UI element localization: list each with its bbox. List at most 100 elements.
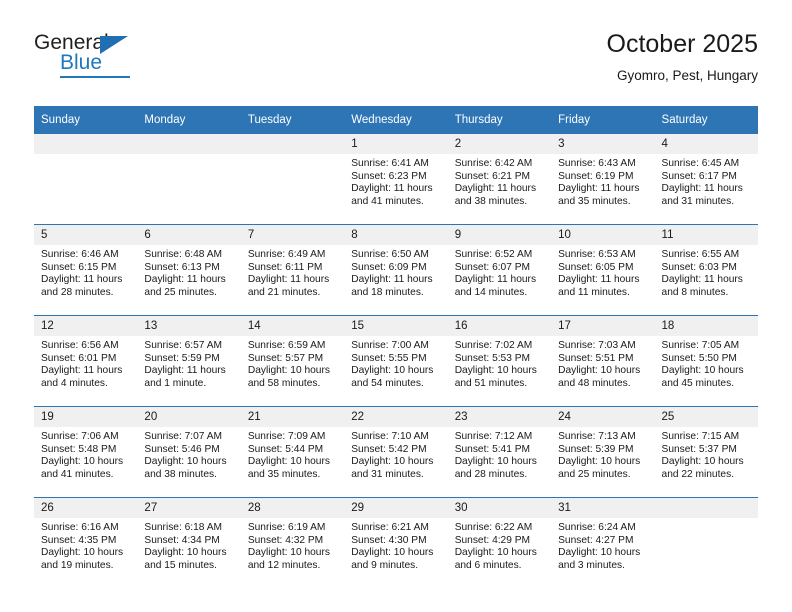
day-number: 12 [34,316,138,336]
daylight-text: and 48 minutes. [558,377,631,389]
day-number: 29 [344,498,448,518]
day-details: Sunrise: 6:55 AM Sunset: 6:03 PM Daylight:… [655,245,758,299]
daylight-text: and 54 minutes. [351,377,424,389]
sunset-text: Sunset: 4:27 PM [558,534,634,546]
day-details: Sunrise: 7:13 AM Sunset: 5:39 PM Daylight:… [551,427,654,481]
calendar-day-cell[interactable]: 25 Sunrise: 7:15 AM Sunset: 5:37 PM Dayligh… [654,406,758,498]
calendar-day-cell[interactable]: 10 Sunrise: 6:53 AM Sunset: 6:05 PM Dayligh… [551,224,655,316]
daylight-text: Daylight: 10 hours [661,365,744,377]
calendar-day-cell[interactable]: 12 Sunrise: 6:56 AM Sunset: 6:01 PM Dayligh… [34,315,138,407]
calendar-day-cell[interactable]: 31 Sunrise: 6:24 AM Sunset: 4:27 PM Dayligh… [551,497,655,588]
sunset-text: Sunset: 6:01 PM [41,352,117,364]
daylight-text: Daylight: 10 hours [351,456,434,468]
daylight-text: Daylight: 11 hours [351,274,433,286]
weekday-header-saturday: Saturday [654,106,758,134]
calendar-day-cell[interactable]: 29 Sunrise: 6:21 AM Sunset: 4:30 PM Dayligh… [344,497,448,588]
daylight-text: and 38 minutes. [144,468,217,480]
daylight-text: Daylight: 11 hours [144,274,226,286]
day-number: 24 [551,407,655,427]
daylight-text: and 18 minutes. [351,286,424,298]
sunrise-text: Sunrise: 7:02 AM [454,340,533,351]
calendar-day-cell[interactable]: 15 Sunrise: 7:00 AM Sunset: 5:55 PM Dayligh… [344,315,448,407]
day-details: Sunrise: 6:43 AM Sunset: 6:19 PM Daylight:… [551,154,654,208]
calendar-day-cell[interactable]: 4 Sunrise: 6:45 AM Sunset: 6:17 PM Daylight… [654,134,758,225]
sunset-text: Sunset: 4:29 PM [454,534,531,546]
sunset-text: Sunset: 6:13 PM [144,261,220,273]
calendar-day-cell[interactable]: 28 Sunrise: 6:19 AM Sunset: 4:32 PM Dayligh… [240,497,345,588]
sunset-text: Sunset: 5:48 PM [41,443,117,455]
logo-underline [60,76,130,78]
daylight-text: and 4 minutes. [41,377,108,389]
calendar-day-cell[interactable]: 2 Sunrise: 6:42 AM Sunset: 6:21 PM Daylight… [447,134,552,225]
sunrise-text: Sunrise: 7:07 AM [144,431,223,442]
calendar-day-cell[interactable]: 30 Sunrise: 6:22 AM Sunset: 4:29 PM Dayligh… [447,497,552,588]
sunset-text: Sunset: 5:57 PM [247,352,324,364]
calendar-day-cell[interactable]: 5 Sunrise: 6:46 AM Sunset: 6:15 PM Daylight… [34,224,138,316]
day-number: 22 [344,407,448,427]
day-details: Sunrise: 7:07 AM Sunset: 5:46 PM Daylight:… [137,427,240,481]
calendar-day-cell[interactable]: 18 Sunrise: 7:05 AM Sunset: 5:50 PM Dayligh… [654,315,758,407]
day-number: 23 [447,407,552,427]
calendar-day-cell[interactable]: 26 Sunrise: 6:16 AM Sunset: 4:35 PM Dayligh… [34,497,138,588]
day-number [34,134,138,154]
day-number: 7 [240,225,345,245]
day-details: Sunrise: 7:09 AM Sunset: 5:44 PM Daylight:… [241,427,344,481]
daylight-text: and 22 minutes. [661,468,735,480]
calendar-day-cell[interactable]: 27 Sunrise: 6:18 AM Sunset: 4:34 PM Dayligh… [137,497,241,588]
daylight-text: and 41 minutes. [41,468,114,480]
weekday-header-thursday: Thursday [447,106,552,134]
sunrise-text: Sunrise: 6:53 AM [558,249,636,260]
calendar-day-cell[interactable]: 1 Sunrise: 6:41 AM Sunset: 6:23 PM Daylight… [344,134,448,225]
calendar-day-cell[interactable]: 21 Sunrise: 7:09 AM Sunset: 5:44 PM Dayligh… [240,406,345,498]
day-details: Sunrise: 6:52 AM Sunset: 6:07 PM Daylight:… [448,245,551,299]
daylight-text: and 6 minutes. [454,559,522,571]
calendar-day-cell[interactable]: 14 Sunrise: 6:59 AM Sunset: 5:57 PM Dayligh… [240,315,345,407]
daylight-text: Daylight: 10 hours [558,456,641,468]
calendar-day-cell[interactable]: 3 Sunrise: 6:43 AM Sunset: 6:19 PM Daylight… [551,134,655,225]
sunset-text: Sunset: 6:19 PM [558,170,634,182]
daylight-text: Daylight: 11 hours [454,274,537,286]
sunset-text: Sunset: 6:17 PM [661,170,737,182]
sunrise-text: Sunrise: 6:50 AM [351,249,429,260]
daylight-text: and 41 minutes. [351,195,424,207]
sunrise-text: Sunrise: 6:22 AM [454,522,533,533]
calendar-day-cell[interactable]: 7 Sunrise: 6:49 AM Sunset: 6:11 PM Daylight… [240,224,345,316]
day-number: 31 [551,498,655,518]
sunset-text: Sunset: 4:35 PM [41,534,117,546]
calendar-day-cell[interactable]: 8 Sunrise: 6:50 AM Sunset: 6:09 PM Daylight… [344,224,448,316]
daylight-text: and 28 minutes. [454,468,528,480]
sunset-text: Sunset: 6:05 PM [558,261,634,273]
calendar-day-cell[interactable]: 19 Sunrise: 7:06 AM Sunset: 5:48 PM Dayligh… [34,406,138,498]
daylight-text: and 35 minutes. [558,195,631,207]
calendar-day-cell[interactable]: 13 Sunrise: 6:57 AM Sunset: 5:59 PM Dayligh… [137,315,241,407]
calendar-day-cell[interactable]: 20 Sunrise: 7:07 AM Sunset: 5:46 PM Dayligh… [137,406,241,498]
calendar-day-cell[interactable]: 24 Sunrise: 7:13 AM Sunset: 5:39 PM Dayligh… [551,406,655,498]
daylight-text: and 45 minutes. [661,377,735,389]
calendar-day-cell[interactable]: 23 Sunrise: 7:12 AM Sunset: 5:41 PM Dayligh… [447,406,552,498]
daylight-text: Daylight: 11 hours [144,365,226,377]
sunset-text: Sunset: 5:50 PM [661,352,737,364]
weekday-header-wednesday: Wednesday [344,106,448,134]
sunrise-text: Sunrise: 6:52 AM [454,249,533,260]
daylight-text: Daylight: 11 hours [247,274,330,286]
calendar-day-cell[interactable]: 17 Sunrise: 7:03 AM Sunset: 5:51 PM Dayligh… [551,315,655,407]
day-number: 26 [34,498,138,518]
calendar-day-cell[interactable]: 22 Sunrise: 7:10 AM Sunset: 5:42 PM Dayligh… [344,406,448,498]
sunrise-text: Sunrise: 6:19 AM [247,522,326,533]
daylight-text: and 3 minutes. [558,559,625,571]
sunrise-text: Sunrise: 6:59 AM [247,340,326,351]
day-number: 17 [551,316,655,336]
day-number: 13 [137,316,241,336]
calendar-day-cell[interactable]: 16 Sunrise: 7:02 AM Sunset: 5:53 PM Dayligh… [447,315,552,407]
day-number: 10 [551,225,655,245]
calendar-day-cell[interactable]: 6 Sunrise: 6:48 AM Sunset: 6:13 PM Daylight… [137,224,241,316]
calendar-week-row: 1 Sunrise: 6:41 AM Sunset: 6:23 PM Daylight… [34,134,758,225]
daylight-text: and 21 minutes. [247,286,321,298]
daylight-text: and 31 minutes. [661,195,735,207]
calendar-week-row: 26 Sunrise: 6:16 AM Sunset: 4:35 PM Dayligh… [34,497,758,588]
weekday-header-tuesday: Tuesday [240,106,345,134]
calendar-cell-empty [34,134,138,225]
calendar-day-cell[interactable]: 9 Sunrise: 6:52 AM Sunset: 6:07 PM Daylight… [447,224,552,316]
calendar-day-cell[interactable]: 11 Sunrise: 6:55 AM Sunset: 6:03 PM Dayligh… [654,224,758,316]
daylight-text: and 58 minutes. [247,377,321,389]
